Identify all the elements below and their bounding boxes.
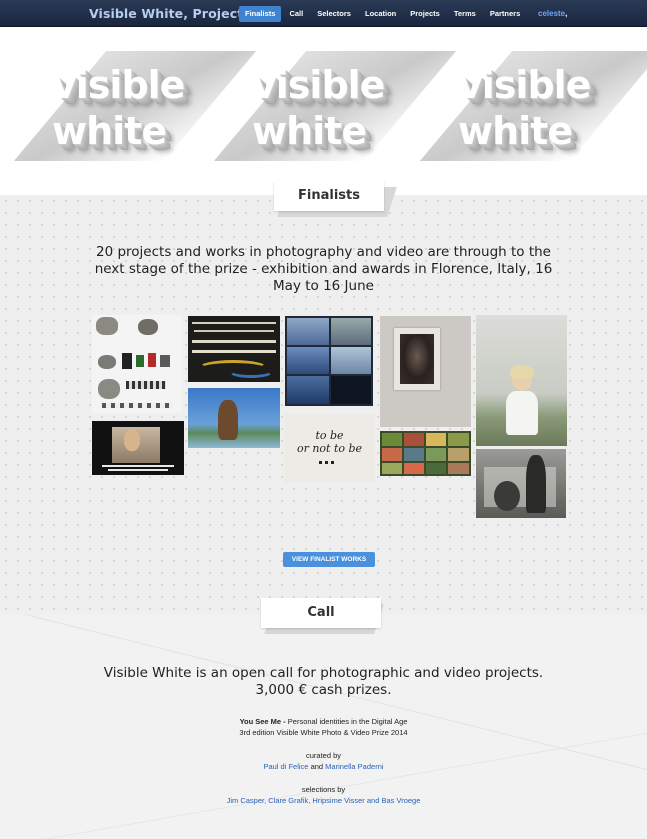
frame-portrait (400, 334, 434, 384)
mosaic-tile (448, 433, 469, 446)
script-line (194, 330, 274, 332)
object-shape (126, 381, 166, 389)
hero-banner: visible white visible white visible whit… (0, 27, 647, 195)
script-line (192, 340, 276, 343)
logo-word-white: white (458, 109, 573, 153)
bw-person (526, 455, 546, 513)
thumb-handwriting-line1: to be (315, 429, 344, 442)
call-heading: Call (307, 605, 335, 620)
object-shape (96, 317, 118, 335)
curators: Paul di Felice and Marinella Paderni (100, 762, 547, 772)
site-brand[interactable]: Visible White, Projects (89, 6, 251, 21)
girl-hair (510, 365, 534, 379)
curator-link-paul[interactable]: Paul di Felice (263, 762, 308, 771)
user-suffix: , (565, 9, 568, 18)
mosaic-tile (404, 463, 424, 474)
nav-item-partners[interactable]: Partners (484, 6, 526, 22)
mosaic-tile (448, 448, 469, 461)
visible-white-logo: visible white (13, 37, 257, 187)
bw-object (494, 481, 520, 511)
selections-by-label: selections by (301, 785, 346, 794)
mosaic-tile (404, 433, 424, 446)
user-name[interactable]: celeste (538, 9, 565, 18)
curated-by-label: curated by (305, 751, 342, 760)
mosaic-tile (426, 448, 446, 461)
mosaic-tile (426, 463, 446, 474)
selectors-links[interactable]: Jim Casper, Clare Grafik, Hripsime Visse… (100, 796, 547, 806)
mosaic-tile (426, 433, 446, 446)
subtitle-line (108, 469, 168, 471)
visible-white-logo: visible white (419, 37, 647, 187)
call-heading-tab: Call (261, 598, 384, 634)
prize-title-rest: Personal identities in the Digital Age (285, 717, 408, 726)
screen-tile (331, 318, 371, 345)
nav-item-terms[interactable]: Terms (448, 6, 482, 22)
screen-tile (331, 376, 371, 404)
visible-white-logo: visible white (213, 37, 457, 187)
thumb-handwriting-line2: or not to be (296, 442, 363, 455)
girl-dress (506, 391, 538, 435)
finalists-heading-tab: Finalists (274, 181, 397, 217)
script-line (192, 322, 276, 324)
script-line (192, 350, 276, 353)
finalists-intro-text: 20 projects and works in photography and… (94, 244, 553, 294)
object-shape (148, 353, 156, 367)
screen-tile (331, 347, 371, 374)
nav-menu: Finalists Call Selectors Location Projec… (239, 6, 528, 22)
object-shape (136, 355, 144, 367)
thumb-objects[interactable] (92, 315, 182, 413)
prize-title: You See Me - Personal identities in the … (100, 717, 547, 727)
object-shape (160, 355, 170, 367)
thumb-child-water[interactable] (188, 388, 280, 448)
nav-item-finalists[interactable]: Finalists (239, 6, 282, 22)
child-figure (218, 400, 238, 440)
logo-word-visible: visible (458, 63, 591, 107)
thumb-to-be[interactable]: to be or not to be (284, 414, 375, 482)
logo-word-visible: visible (52, 63, 185, 107)
screen-tile (287, 318, 329, 345)
thumb-girl-fog[interactable] (476, 315, 567, 446)
mosaic-tile (382, 463, 402, 474)
curators-and: and (310, 762, 324, 771)
curator-link-marinella[interactable]: Marinella Paderni (325, 762, 383, 771)
logo-word-white: white (52, 109, 167, 153)
thumb-bw-portrait[interactable] (476, 449, 566, 518)
thumb-mosaic[interactable] (380, 431, 471, 476)
object-shape (122, 353, 132, 369)
view-finalist-works-button[interactable]: VIEW FINALIST WORKS (283, 552, 375, 567)
finalists-heading: Finalists (298, 188, 360, 203)
prize-edition: 3rd edition Visible White Photo & Video … (239, 728, 408, 737)
thumb-video-woman[interactable] (92, 421, 184, 475)
nav-item-call[interactable]: Call (283, 6, 309, 22)
call-intro-line2: 3,000 € cash prizes. (255, 682, 392, 698)
subtitle-line (102, 465, 174, 467)
thumb-grid-screens[interactable] (285, 316, 373, 406)
object-shape (102, 403, 172, 408)
object-shape (98, 379, 120, 399)
object-shape (138, 319, 158, 335)
mosaic-tile (404, 448, 424, 461)
mosaic-tile (382, 433, 402, 446)
mosaic-tile (448, 463, 469, 474)
prize-title-bold: You See Me - (239, 717, 286, 726)
call-intro-line1: Visible White is an open call for photog… (103, 665, 544, 681)
nav-item-selectors[interactable]: Selectors (311, 6, 357, 22)
screen-tile (287, 347, 329, 374)
script-swirl (228, 364, 274, 378)
logo-word-visible: visible (252, 63, 385, 107)
mosaic-tile (382, 448, 402, 461)
top-nav-bar: Visible White, Projects Finalists Call S… (0, 0, 647, 27)
nav-item-projects[interactable]: Projects (404, 6, 446, 22)
thumb-dots (319, 461, 337, 464)
nav-item-location[interactable]: Location (359, 6, 402, 22)
object-shape (98, 355, 116, 369)
person-face (124, 429, 140, 451)
thumb-portrait-frame[interactable] (380, 316, 471, 427)
logo-word-white: white (252, 109, 367, 153)
thumb-calligraphy[interactable] (188, 316, 280, 382)
user-menu[interactable]: celeste, (538, 6, 567, 22)
screen-tile (287, 376, 329, 404)
